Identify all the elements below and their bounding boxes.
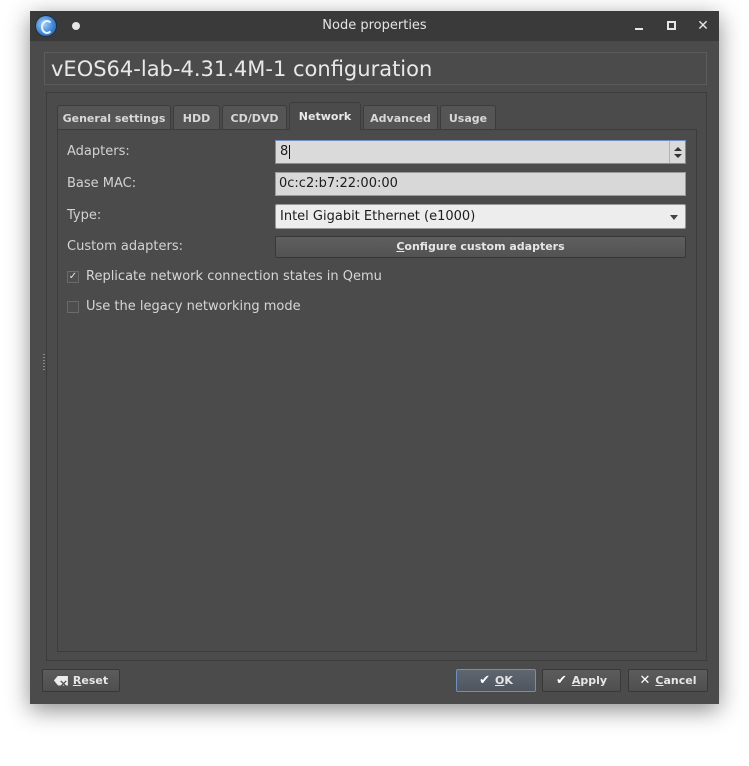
checkmark-icon: ✔ [479,673,490,688]
replicate-checkbox[interactable]: ✓ [67,271,79,283]
cancel-button[interactable]: ✕ Cancel [628,669,708,692]
tab-cd-dvd[interactable]: CD/DVD [222,105,287,130]
checkmark-icon: ✔ [555,673,567,688]
legacy-mode-label: Use the legacy networking mode [86,299,301,314]
spin-up-icon[interactable] [673,146,682,151]
tab-network[interactable]: Network [289,102,361,130]
resize-grip[interactable] [43,354,45,370]
base-mac-label: Base MAC: [67,176,137,191]
base-mac-field[interactable]: 0c:c2:b7:22:00:00 [275,172,686,196]
adapters-value: 8 [280,144,289,159]
tab-general-settings[interactable]: General settings [57,105,171,130]
type-label: Type: [67,208,102,223]
close-icon: ✕ [639,673,651,688]
maximize-icon[interactable] [658,11,684,41]
tab-advanced[interactable]: Advanced [363,105,438,130]
reset-button[interactable]: Reset [42,669,120,692]
node-properties-dialog: Node properties ✕ vEOS64-lab-4.31.4M-1 c… [30,11,719,704]
tab-usage[interactable]: Usage [440,105,496,130]
adapters-spinbox[interactable]: 8 [275,140,686,164]
spinbox-arrows[interactable] [669,141,685,163]
minimize-icon[interactable] [626,11,652,41]
ok-button[interactable]: ✔ OK [456,669,536,692]
spin-down-icon[interactable] [673,153,682,158]
configure-custom-adapters-button[interactable]: Configure custom adapters [275,236,686,258]
chevron-down-icon [670,215,678,220]
close-icon[interactable]: ✕ [690,11,716,41]
adapter-type-select[interactable]: Intel Gigabit Ethernet (e1000) [275,204,686,229]
config-heading: vEOS64-lab-4.31.4M-1 configuration [44,52,707,85]
erase-icon [53,675,68,686]
adapters-label: Adapters: [67,144,130,159]
text-cursor [289,144,291,159]
window-title: Node properties [322,18,427,33]
legacy-mode-checkbox[interactable] [67,301,79,313]
title-bar: Node properties ✕ [30,11,719,41]
replicate-label: Replicate network connection states in Q… [86,269,382,284]
apply-button[interactable]: ✔ Apply [542,669,621,692]
custom-adapters-label: Custom adapters: [67,239,183,254]
tab-hdd[interactable]: HDD [173,105,220,130]
adapter-type-value: Intel Gigabit Ethernet (e1000) [280,209,476,224]
